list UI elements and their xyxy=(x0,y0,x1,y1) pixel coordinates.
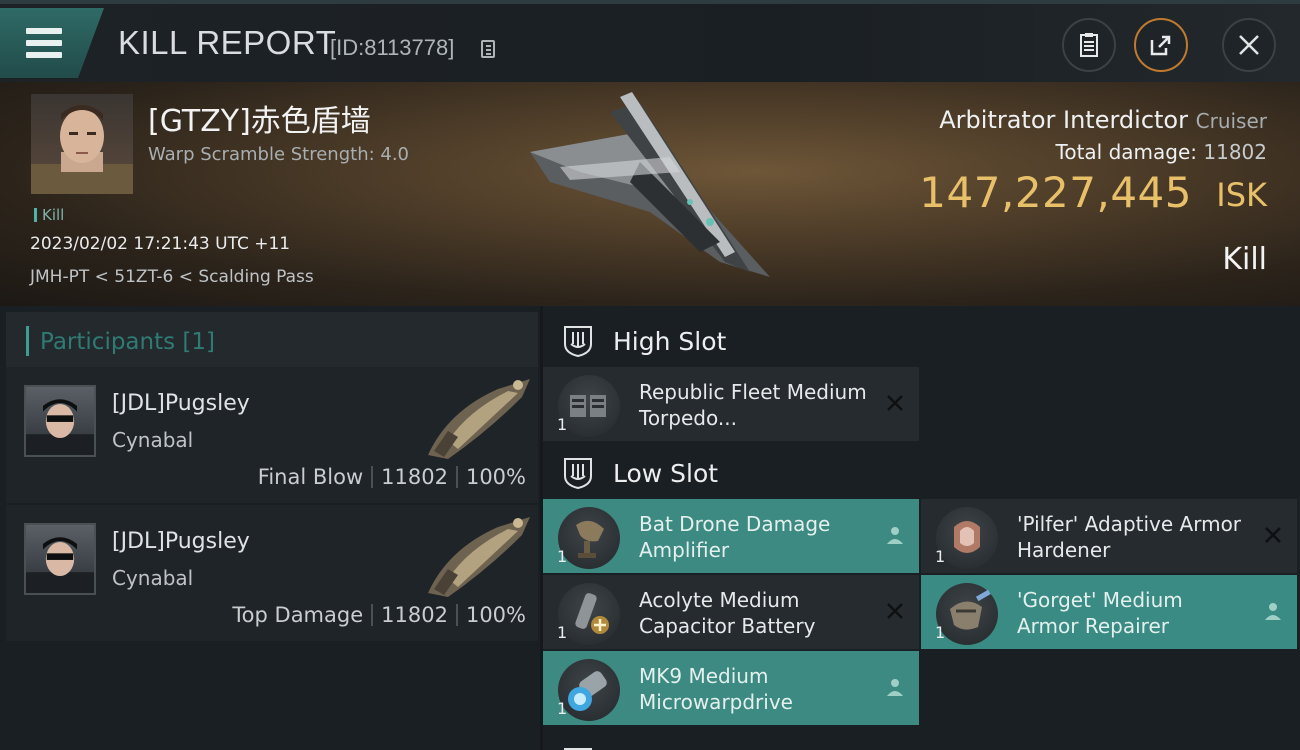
menu-button[interactable] xyxy=(0,8,104,78)
module-quantity: 1 xyxy=(557,699,568,718)
avatar xyxy=(24,385,96,457)
armor-repairer-icon xyxy=(936,583,998,645)
participants-panel: Participants [1] [JDL]Pugsley Cynabal Fi… xyxy=(0,306,540,750)
participant-damage: 11802 xyxy=(381,603,448,627)
close-button[interactable] xyxy=(1222,18,1276,72)
participants-title: Participants [1] xyxy=(40,329,215,355)
avatar xyxy=(24,523,96,595)
participant-ship-image[interactable] xyxy=(418,509,538,601)
kill-summary: [GTZY]赤色盾墙 Warp Scramble Strength: 4.0 K… xyxy=(0,82,1300,306)
module-quantity: 1 xyxy=(557,623,568,642)
ship-class: Cruiser xyxy=(1195,109,1267,133)
participant-name[interactable]: [JDL]Pugsley xyxy=(112,529,250,554)
destroyed-icon xyxy=(1265,527,1281,543)
total-damage-value: 11802 xyxy=(1203,140,1267,164)
participant-stats: Final Blow 11802 100% xyxy=(258,465,526,489)
total-damage: Total damage: 11802 xyxy=(1056,140,1267,164)
module-quantity: 1 xyxy=(935,623,946,642)
module-name: MK9 Medium Microwarpdrive xyxy=(639,664,793,714)
high-slot-label: High Slot xyxy=(613,327,727,356)
copy-icon[interactable] xyxy=(481,40,495,58)
slot-icon xyxy=(564,748,592,750)
module-name: 'Pilfer' Adaptive Armor Hardener xyxy=(1017,512,1242,562)
module-item[interactable]: 1 Republic Fleet Medium Torpedo... xyxy=(543,367,919,441)
isk-unit: ISK xyxy=(1216,176,1267,214)
dropped-icon xyxy=(887,679,903,696)
participants-header[interactable]: Participants [1] xyxy=(6,312,538,370)
share-button[interactable] xyxy=(1134,18,1188,72)
dropped-icon xyxy=(887,527,903,544)
high-slot-icon xyxy=(564,326,592,358)
kill-result: Kill xyxy=(1222,242,1267,277)
victim-name[interactable]: [GTZY]赤色盾墙 xyxy=(148,96,371,140)
top-bar: KILL REPORT [ID:8113778] xyxy=(0,0,1300,82)
ship-name-text: Arbitrator Interdictor xyxy=(939,106,1188,134)
module-item[interactable]: 1 'Gorget' Medium Armor Repairer xyxy=(921,575,1297,649)
dropped-icon xyxy=(1265,603,1281,620)
high-slot-header: High Slot xyxy=(543,310,1300,370)
hamburger-icon xyxy=(26,28,62,58)
page-title: KILL REPORT xyxy=(118,24,337,61)
participant-percent: 100% xyxy=(465,603,526,627)
armor-hardener-icon xyxy=(936,507,998,569)
close-icon xyxy=(1239,35,1259,55)
participant-ship: Cynabal xyxy=(112,566,194,590)
low-slot-header: Low Slot xyxy=(543,442,1300,502)
low-slot-icon xyxy=(564,458,592,490)
victim-ship-name[interactable]: Arbitrator Interdictor Cruiser xyxy=(939,106,1267,134)
kill-location[interactable]: JMH-PT < 51ZT-6 < Scalding Pass xyxy=(30,267,314,287)
destroyed-icon xyxy=(887,603,903,619)
participant-row[interactable]: [JDL]Pugsley Cynabal Final Blow 11802 100% xyxy=(6,367,538,503)
module-name: 'Gorget' Medium Armor Repairer xyxy=(1017,588,1183,638)
module-quantity: 1 xyxy=(935,547,946,566)
participant-stats: Top Damage 11802 100% xyxy=(232,603,526,627)
module-item[interactable]: 1 Bat Drone Damage Amplifier xyxy=(543,499,919,573)
participant-name[interactable]: [JDL]Pugsley xyxy=(112,391,250,416)
participant-percent: 100% xyxy=(465,465,526,489)
total-damage-label: Total damage: xyxy=(1055,140,1198,164)
module-item[interactable]: 1 MK9 Medium Microwarpdrive xyxy=(543,651,919,725)
kill-datetime: 2023/02/02 17:21:43 UTC +11 xyxy=(30,234,291,254)
microwarpdrive-icon xyxy=(558,659,620,721)
clipboard-button[interactable] xyxy=(1062,18,1116,72)
low-slot-label: Low Slot xyxy=(613,459,719,488)
clipboard-icon xyxy=(1080,33,1098,57)
fitting-panel: High Slot 1 Republic Fleet Medium Torped… xyxy=(543,306,1300,750)
kill-tag: Kill xyxy=(34,206,64,224)
participant-ship-image[interactable] xyxy=(418,371,538,463)
next-slot-header-partial xyxy=(543,732,1300,750)
report-id: [ID:8113778] xyxy=(330,35,455,60)
participant-ship: Cynabal xyxy=(112,428,194,452)
victim-attribute: Warp Scramble Strength: 4.0 xyxy=(148,144,410,165)
module-item[interactable]: 1 'Pilfer' Adaptive Armor Hardener xyxy=(921,499,1297,573)
module-name: Bat Drone Damage Amplifier xyxy=(639,512,831,562)
victim-portrait[interactable] xyxy=(31,94,133,194)
share-icon xyxy=(1150,35,1171,56)
capacitor-battery-icon xyxy=(558,583,620,645)
participant-damage: 11802 xyxy=(381,465,448,489)
participant-role: Top Damage xyxy=(232,603,364,627)
module-item[interactable]: 1 Acolyte Medium Capacitor Battery xyxy=(543,575,919,649)
drone-amplifier-icon xyxy=(558,507,620,569)
participant-row[interactable]: [JDL]Pugsley Cynabal Top Damage 11802 100% xyxy=(6,505,538,641)
isk-value: 147,227,445 xyxy=(919,168,1192,217)
torpedo-launcher-icon xyxy=(558,375,620,437)
module-name: Republic Fleet Medium Torpedo... xyxy=(639,380,867,430)
participant-role: Final Blow xyxy=(257,465,364,489)
module-quantity: 1 xyxy=(557,547,568,566)
module-quantity: 1 xyxy=(557,415,568,434)
victim-ship-image[interactable] xyxy=(520,92,780,292)
destroyed-icon xyxy=(887,395,903,411)
module-name: Acolyte Medium Capacitor Battery xyxy=(639,588,816,638)
